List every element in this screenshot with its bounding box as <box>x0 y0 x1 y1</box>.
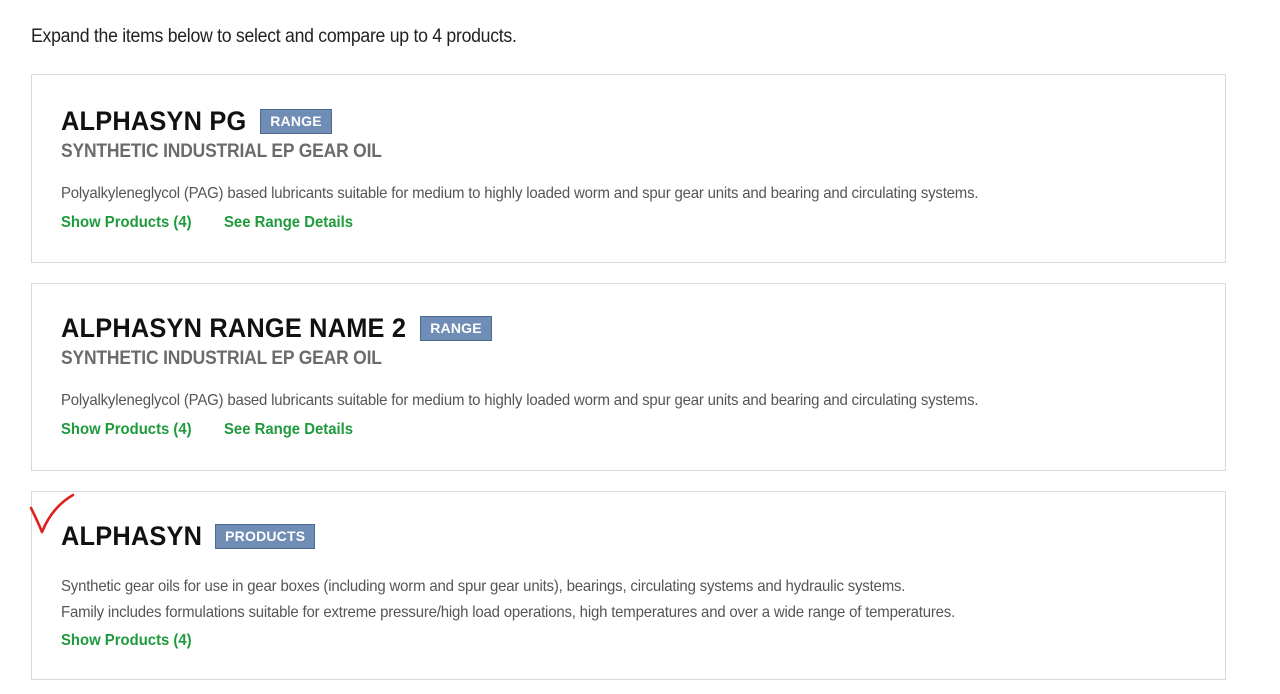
see-range-details-link[interactable]: See Range Details <box>224 214 353 232</box>
card-description: Polyalkyleneglycol (PAG) based lubricant… <box>61 392 979 409</box>
products-badge: PRODUCTS <box>215 523 316 549</box>
card-title-row: ALPHASYN RANGE NAME 2 RANGE <box>61 312 1205 344</box>
range-card-alphasyn-range-name-2: ALPHASYN RANGE NAME 2 RANGE SYNTHETIC IN… <box>31 283 1226 471</box>
card-description: Polyalkyleneglycol (PAG) based lubricant… <box>61 185 979 202</box>
card-subtitle: SYNTHETIC INDUSTRIAL EP GEAR OIL <box>61 141 382 162</box>
show-products-link[interactable]: Show Products (4) <box>61 421 192 439</box>
card-title-row: ALPHASYN PG RANGE <box>61 105 1205 137</box>
card-subtitle: SYNTHETIC INDUSTRIAL EP GEAR OIL <box>61 348 382 369</box>
intro-text: Expand the items below to select and com… <box>31 26 517 47</box>
card-description-line-1: Synthetic gear oils for use in gear boxe… <box>61 578 906 595</box>
card-title: ALPHASYN RANGE NAME 2 <box>61 312 407 343</box>
red-checkmark-icon <box>29 493 75 534</box>
range-badge: RANGE <box>420 315 492 341</box>
product-card-alphasyn: ALPHASYN PRODUCTS Synthetic gear oils fo… <box>31 491 1226 680</box>
range-card-alphasyn-pg: ALPHASYN PG RANGE SYNTHETIC INDUSTRIAL E… <box>31 74 1226 263</box>
see-range-details-link[interactable]: See Range Details <box>224 421 353 439</box>
card-description-line-2: Family includes formulations suitable fo… <box>61 604 956 621</box>
show-products-link[interactable]: Show Products (4) <box>61 214 192 232</box>
range-badge: RANGE <box>260 108 332 134</box>
card-title-row: ALPHASYN PRODUCTS <box>61 520 1205 552</box>
card-title: ALPHASYN PG <box>61 105 247 136</box>
card-title: ALPHASYN <box>61 520 203 551</box>
show-products-link[interactable]: Show Products (4) <box>61 632 192 650</box>
